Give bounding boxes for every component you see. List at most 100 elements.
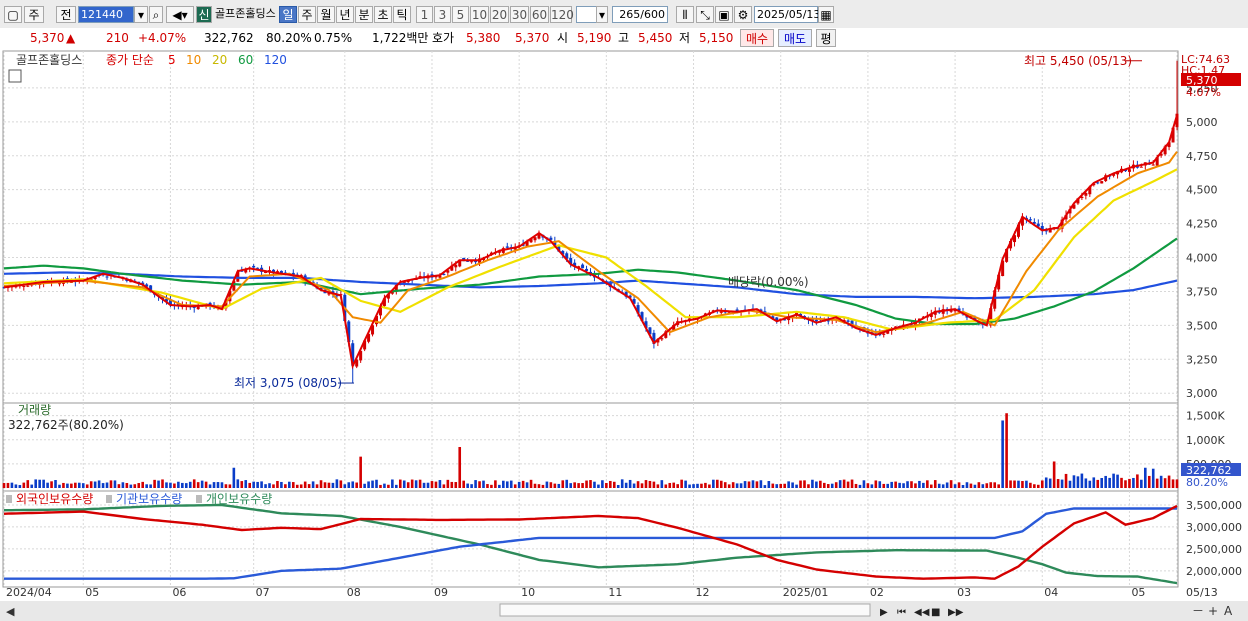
volume-bar — [1060, 479, 1064, 488]
volume-bar — [1029, 482, 1032, 488]
scroll-left-icon: ◀ — [6, 605, 15, 618]
x-tick-label: 10 — [521, 586, 535, 599]
volume-bar — [121, 482, 125, 488]
tab-period-6[interactable]: 틱 — [393, 6, 411, 23]
volume-bar — [969, 483, 973, 488]
date-input[interactable]: 2025/05/13 — [754, 6, 820, 23]
volume-bar — [50, 481, 53, 488]
volume-bar — [410, 479, 414, 488]
volume-bar — [192, 479, 196, 488]
tab-interval-30[interactable]: 30 — [510, 6, 529, 23]
candle-body — [1139, 166, 1143, 168]
volume-bar — [870, 484, 874, 488]
tab-interval-3[interactable]: 3 — [434, 6, 451, 23]
tab-period-1[interactable]: 주 — [298, 6, 316, 23]
gear-icon[interactable]: ⚙ — [734, 6, 752, 23]
chevron-down-icon[interactable]: ▾ — [596, 6, 608, 23]
volume-bar — [1001, 420, 1004, 488]
volume-bar — [961, 485, 965, 488]
chevron-down-icon[interactable]: ▾ — [134, 6, 148, 23]
volume-bar — [521, 480, 525, 488]
volume-bar — [1112, 473, 1115, 488]
buy-button[interactable]: 매수 — [740, 29, 774, 47]
open-label: 시 — [557, 31, 569, 45]
tab-interval-60[interactable]: 60 — [530, 6, 549, 23]
tab-period-0[interactable]: 일 — [279, 6, 297, 23]
candle-body — [505, 246, 509, 248]
tab-interval-120[interactable]: 120 — [550, 6, 574, 23]
candle-body — [252, 265, 256, 268]
volume-bar — [704, 482, 707, 488]
volume-bar — [862, 480, 866, 488]
volume-bar — [22, 482, 26, 488]
bar-count[interactable]: 265/600 — [612, 6, 668, 23]
speaker-icon[interactable]: ◀▾ — [166, 6, 194, 23]
count-value: 265 — [619, 8, 641, 21]
stock-code-input[interactable]: 121440 — [78, 6, 134, 23]
save-icon[interactable]: ▣ — [715, 6, 733, 23]
tab-period-5[interactable]: 초 — [374, 6, 392, 23]
volume-bar — [866, 483, 870, 488]
volume-bar — [1143, 467, 1147, 488]
volume-bar — [945, 482, 949, 488]
x-tick-label: 05 — [85, 586, 99, 599]
x-tick-label: 04 — [1044, 586, 1058, 599]
volume-bar — [759, 480, 763, 488]
calendar-icon[interactable]: ▦ — [818, 6, 834, 23]
volume-bar — [815, 481, 818, 488]
volume-bar — [149, 484, 152, 488]
volume-bar — [672, 482, 676, 488]
candle-body — [26, 285, 30, 287]
tab-interval-10[interactable]: 10 — [470, 6, 489, 23]
volume-bar — [288, 481, 291, 488]
low-annotation: 최저 3,075 (08/05) — [234, 376, 342, 390]
candle-icon[interactable]: ⫴ — [676, 6, 694, 23]
volume-bar — [799, 480, 802, 488]
window-icon[interactable]: ▢ — [4, 6, 22, 23]
volume-bar — [819, 480, 822, 488]
volume-bar — [125, 483, 129, 488]
volume-bar — [478, 481, 481, 488]
volume-bar — [795, 484, 798, 488]
avg-button[interactable]: 평 — [816, 29, 836, 47]
volume-bar — [299, 484, 303, 488]
period-code-select[interactable]: 주 — [24, 6, 44, 23]
volume-bar — [145, 484, 148, 488]
tab-interval-5[interactable]: 5 — [452, 6, 469, 23]
candle-body — [846, 320, 850, 322]
line-tool-icon[interactable]: ⤡ — [696, 6, 714, 23]
volume-bar — [616, 484, 620, 488]
volume-bar — [644, 480, 648, 488]
tab-interval-1[interactable]: 1 — [416, 6, 433, 23]
volume-bar — [1147, 475, 1151, 488]
volume-bar — [303, 481, 307, 488]
legend-box — [106, 495, 112, 503]
volume-bar — [315, 484, 319, 488]
volume-bar — [200, 480, 204, 488]
y-tick-label: 4,000 — [1186, 252, 1218, 265]
search-icon[interactable]: ⌕ — [149, 6, 163, 23]
new-button[interactable]: 신 — [196, 6, 212, 23]
volume-bar — [957, 482, 961, 488]
volume-bar — [141, 481, 144, 488]
volume-bar — [450, 481, 454, 488]
tab-period-2[interactable]: 월 — [317, 6, 335, 23]
y-tick-label: 3,000 — [1186, 387, 1218, 400]
volume-bar — [1108, 477, 1111, 488]
volume-bar — [383, 483, 386, 488]
volume-bar — [161, 479, 164, 488]
zoom-button-0: － — [1192, 604, 1204, 618]
volume-bar — [628, 479, 632, 488]
tab-period-4[interactable]: 분 — [355, 6, 373, 23]
volume-bar — [577, 483, 580, 488]
nav-button-2: ◀◀ — [914, 607, 930, 618]
prev-button[interactable]: 전 — [56, 6, 76, 23]
legend-ma-2: 10 — [186, 53, 201, 67]
volume-bar — [438, 480, 442, 488]
volume-bar — [54, 480, 57, 488]
volume-bar — [109, 480, 113, 488]
sell-button[interactable]: 매도 — [778, 29, 812, 47]
toolbar: ▢ 주 전 121440 ▾ ⌕ ◀▾ 신 골프존홀딩스 ▾ 265/600 ⫴… — [0, 0, 1248, 29]
tab-interval-20[interactable]: 20 — [490, 6, 509, 23]
tab-period-3[interactable]: 년 — [336, 6, 354, 23]
